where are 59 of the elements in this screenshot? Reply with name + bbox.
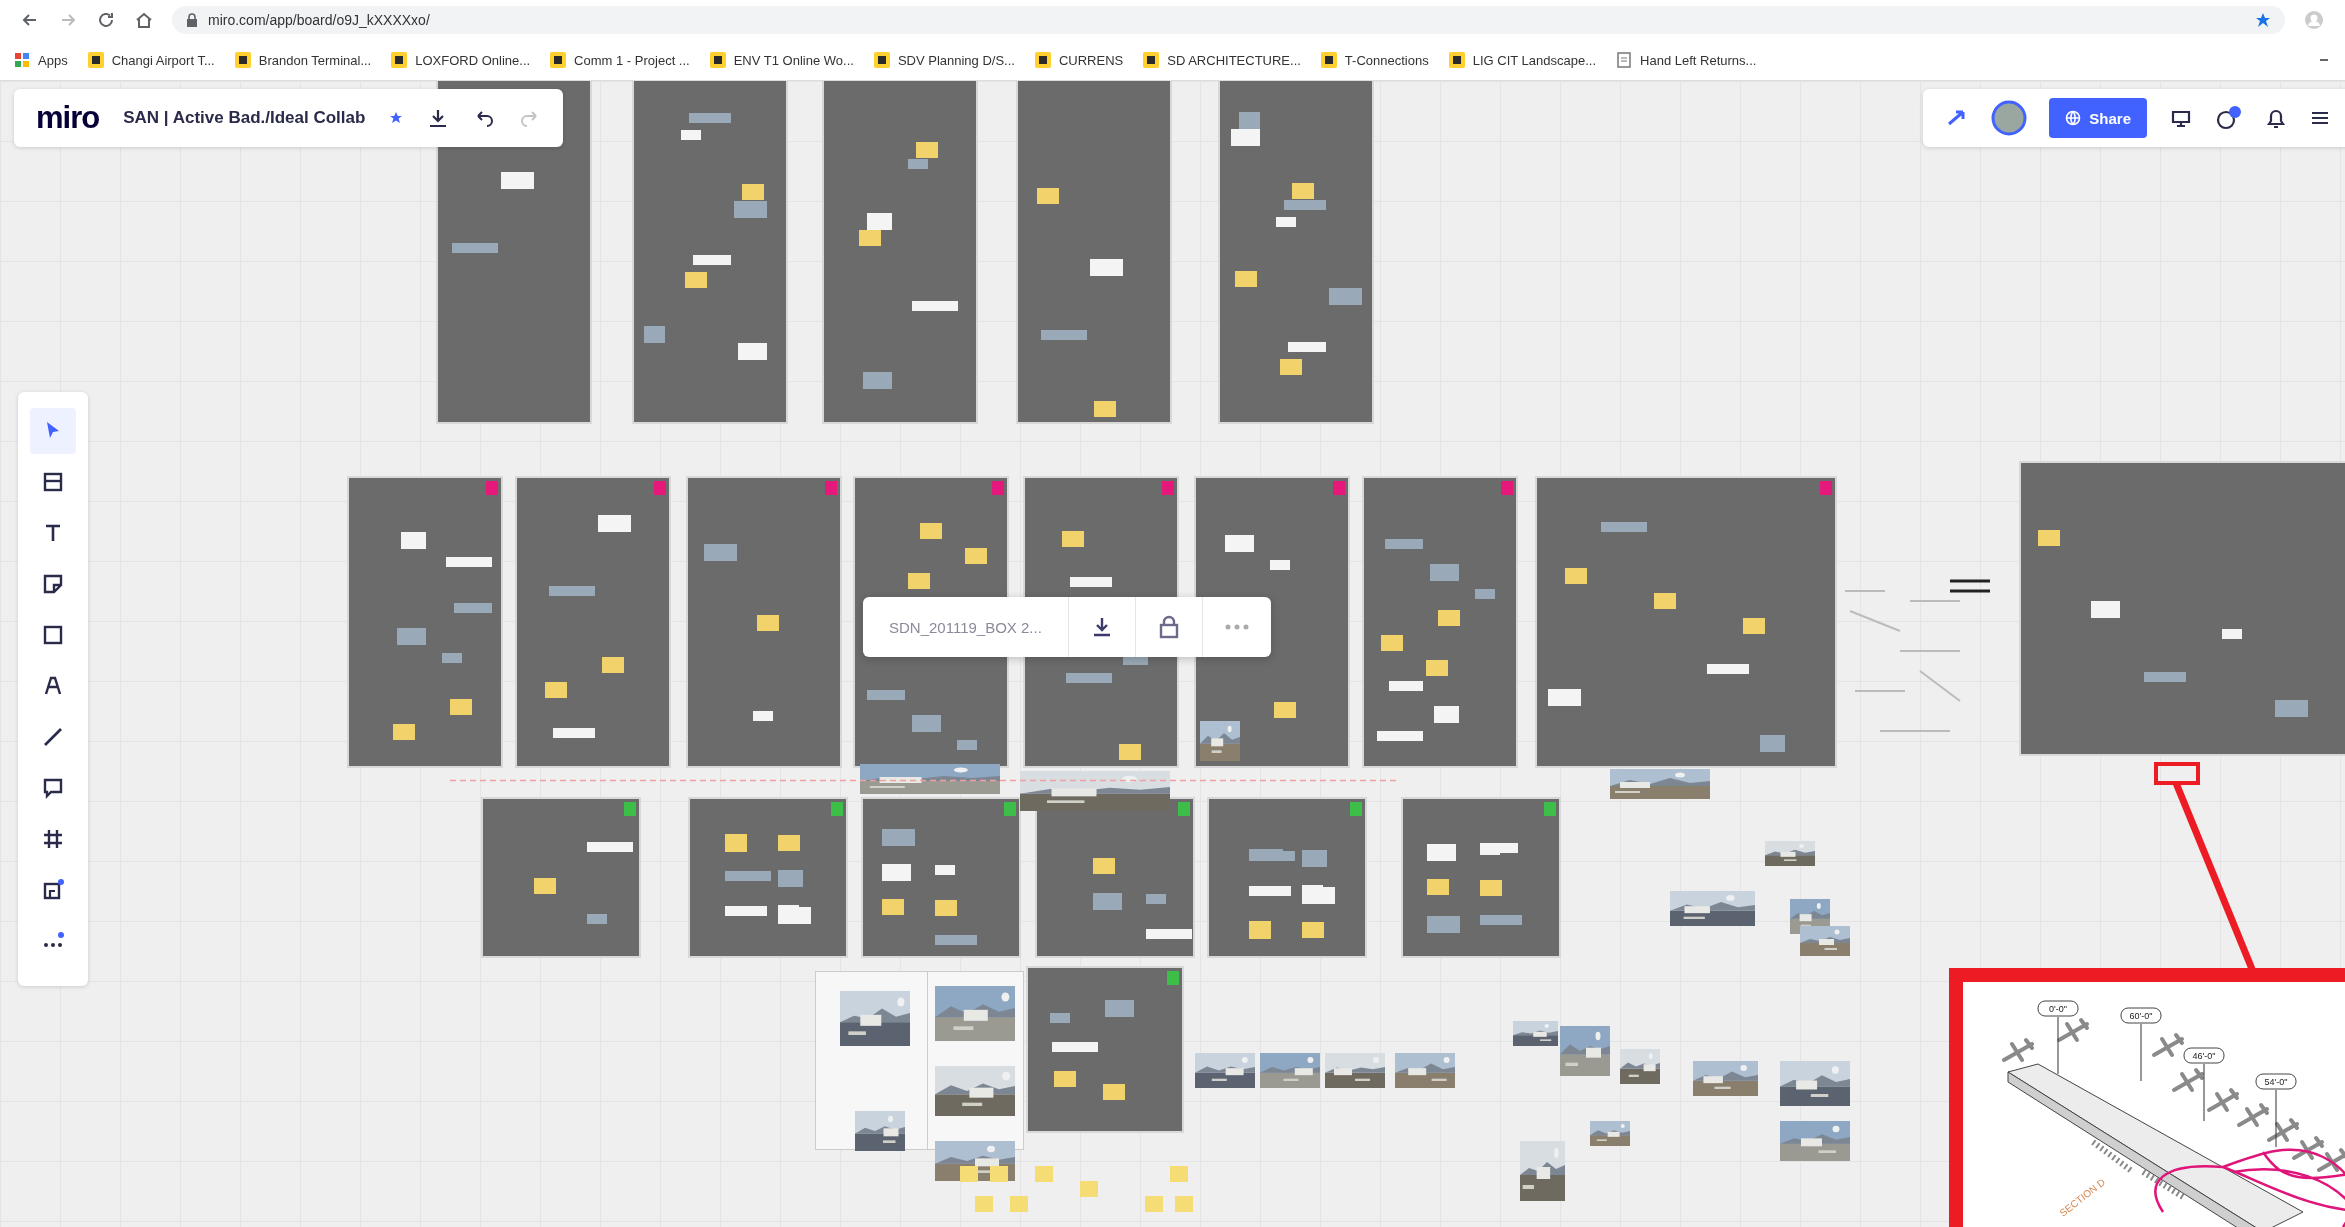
- board-favicon-icon: [709, 52, 726, 68]
- bookmark-link[interactable]: Comm 1 - Project ...: [550, 52, 690, 68]
- users-icon[interactable]: [2215, 105, 2243, 131]
- share-button[interactable]: Share: [2049, 98, 2147, 138]
- page-icon: [1616, 52, 1633, 68]
- upload-icon: [41, 878, 65, 902]
- sticky-note: [1175, 1196, 1193, 1212]
- sticky-note: [975, 1196, 993, 1212]
- bookmark-link[interactable]: T-Connections: [1320, 52, 1429, 68]
- elevation-tag: 54'-0": [2255, 1073, 2297, 1148]
- miro-logo[interactable]: miro: [36, 100, 100, 136]
- lock-icon: [186, 13, 198, 27]
- sticky-note: [1145, 1196, 1163, 1212]
- bookmark-link[interactable]: Apps: [14, 52, 68, 68]
- elevation-tag: 60'-0": [2120, 1007, 2162, 1082]
- sticky-note: [1010, 1196, 1028, 1212]
- url-text: miro.com/app/board/o9J_kXXXXxo/: [208, 12, 430, 28]
- board-favicon-icon: [1448, 52, 1465, 68]
- comment-icon: [41, 776, 65, 800]
- template-icon: [41, 470, 65, 494]
- bookmark-link[interactable]: CURRENS: [1034, 52, 1124, 68]
- lock-icon[interactable]: [1157, 615, 1180, 639]
- sticky-note: [990, 1166, 1008, 1182]
- sticky-note: [1170, 1166, 1188, 1182]
- bookmark-link[interactable]: Hand Left Returns...: [1616, 52, 1757, 68]
- reload-icon[interactable]: [96, 10, 116, 30]
- file-name: SDN_201119_BOX 2...: [888, 618, 1043, 636]
- avatar[interactable]: [1991, 100, 2028, 136]
- board-favicon-icon: [1143, 52, 1160, 68]
- board-favicon-icon: [1320, 52, 1337, 68]
- sticky-note-icon: [41, 572, 65, 596]
- bookmark-link[interactable]: LIG CIT Landscape...: [1448, 52, 1597, 68]
- shape-icon: [41, 623, 65, 647]
- board-favicon-icon: [391, 52, 408, 68]
- home-icon[interactable]: [134, 10, 154, 30]
- highlight-marker: [2154, 762, 2200, 785]
- elevation-tag: 0'-0": [2037, 1000, 2079, 1075]
- star-icon[interactable]: [389, 111, 404, 125]
- sticky-note: [960, 1166, 978, 1182]
- star-icon[interactable]: [2255, 12, 2271, 28]
- address-bar[interactable]: miro.com/app/board/o9J_kXXXXxo/: [172, 6, 2285, 34]
- board-favicon-icon: [1034, 52, 1051, 68]
- bookmark-link[interactable]: Changi Airport T...: [87, 52, 215, 68]
- sticky-note: [1035, 1166, 1053, 1182]
- board-favicon-icon: [873, 52, 890, 68]
- board-title[interactable]: SAN | Active Bad./Ideal Collab: [123, 108, 366, 128]
- elevation-tag: 46'-0": [2183, 1047, 2225, 1122]
- bookmark-link[interactable]: LOXFORD Online...: [391, 52, 531, 68]
- frame-icon: [41, 827, 65, 851]
- bookmark-link[interactable]: SD ARCHITECTURE...: [1143, 52, 1301, 68]
- board-favicon-icon: [234, 52, 251, 68]
- bookmark-link[interactable]: ENV T1 Online Wo...: [709, 52, 854, 68]
- bookmark-link[interactable]: Brandon Terminal...: [234, 52, 372, 68]
- bookmark-link[interactable]: SDV Planning D/S...: [873, 52, 1015, 68]
- globe-icon: [2065, 110, 2082, 126]
- board-favicon-icon: [87, 52, 104, 68]
- board-favicon-icon: [550, 52, 567, 68]
- sticky-note: [1080, 1181, 1098, 1197]
- apps-icon: [14, 52, 30, 68]
